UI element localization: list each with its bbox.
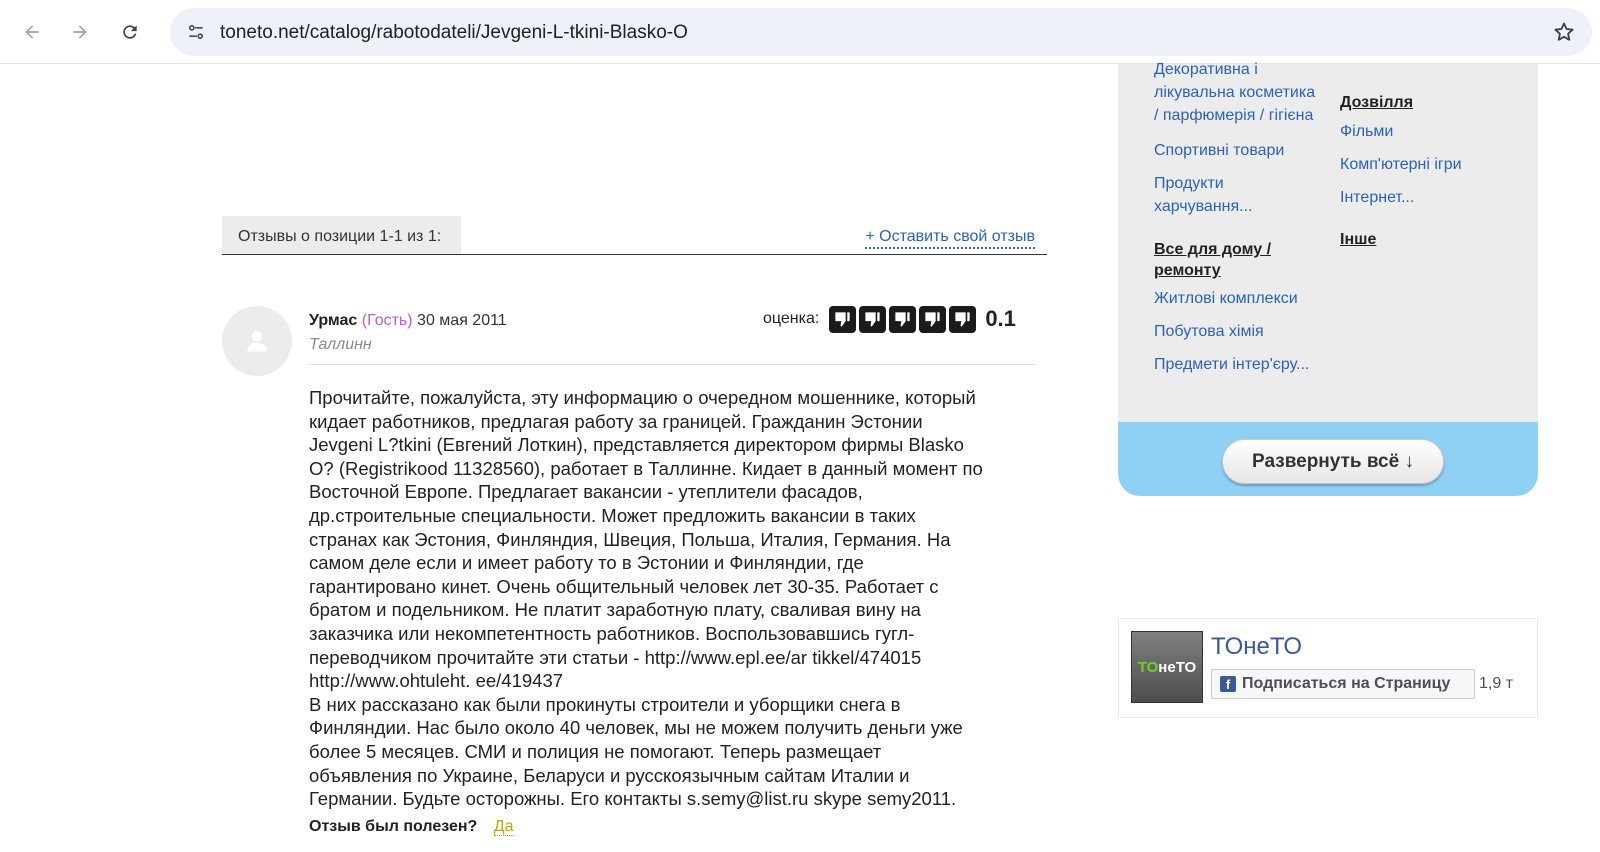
- facebook-subscribe-button[interactable]: f Подписаться на Страницу: [1211, 669, 1475, 699]
- rating-value: 0.1: [985, 306, 1016, 331]
- category-link-cosmetics[interactable]: Декоративна і лікувальна косметика / пар…: [1154, 58, 1315, 127]
- category-link-line: Декоративна і: [1154, 61, 1258, 78]
- address-bar[interactable]: toneto.net/catalog/rabotodateli/Jevgeni-…: [170, 8, 1592, 56]
- category-heading-home[interactable]: Все для дому / ремонту: [1154, 239, 1271, 281]
- follower-count: 1,9 т: [1479, 675, 1514, 692]
- guest-badge: (Гость): [361, 312, 413, 329]
- review-text: Прочитайте, пожалуйста, эту информацию о…: [309, 386, 1027, 811]
- review-text-line: Прочитайте, пожалуйста, эту информацию о…: [309, 387, 976, 408]
- thumbs-down-icon: [949, 305, 977, 333]
- category-link-line: Продукти: [1154, 175, 1224, 192]
- back-button[interactable]: [14, 14, 50, 50]
- review-text-line: В них рассказано как были прокинуты стро…: [309, 693, 901, 715]
- thumbs-down-icon: [889, 305, 917, 333]
- category-link-interior[interactable]: Предмети інтер'єру...: [1154, 353, 1309, 376]
- facebook-icon: f: [1220, 676, 1236, 692]
- category-heading-line: ремонту: [1154, 262, 1221, 279]
- review-helpful: Отзыв был полезен? Да: [309, 818, 514, 836]
- review-author-line: Урмас (Гость) 30 мая 2011: [309, 312, 507, 330]
- user-icon: [247, 331, 267, 352]
- category-link-sports[interactable]: Спортивні товари: [1154, 139, 1284, 162]
- category-link-housing[interactable]: Житлові комплекси: [1154, 287, 1298, 310]
- logo-text-white: неТО: [1158, 658, 1197, 676]
- category-link-line: / парфюмерія / гігієна: [1154, 107, 1314, 124]
- review-divider: [309, 364, 1036, 365]
- category-link-food[interactable]: Продукти харчування...: [1154, 172, 1253, 218]
- category-heading-other[interactable]: Інше: [1340, 229, 1376, 250]
- helpful-yes-link[interactable]: Да: [493, 818, 514, 836]
- review-text-line: др.строительные специальности. Может пре…: [309, 504, 916, 526]
- bookmark-star-icon[interactable]: [1550, 18, 1578, 46]
- review-text-line: кидает работников, предлагая работу за г…: [309, 410, 923, 432]
- category-link-films[interactable]: Фільми: [1340, 120, 1393, 143]
- review-text-line: O? (Registrikood 11328560), работает в Т…: [309, 457, 983, 479]
- reviews-count-label: Отзывы о позиции 1-1 из 1:: [222, 216, 461, 254]
- review-text-line: http://www.ohtuleht. ee/419437: [309, 670, 564, 692]
- review-date: 30 мая 2011: [417, 312, 507, 329]
- review-text-line: странах как Эстония, Финляндия, Швеция, …: [309, 528, 951, 550]
- site-settings-icon[interactable]: [180, 16, 212, 48]
- avatar: [222, 306, 292, 376]
- review-text-line: самом деле если и имеет работу то в Эсто…: [309, 552, 864, 574]
- arrow-right-icon: [73, 25, 87, 39]
- forward-button[interactable]: [62, 14, 98, 50]
- review-text-line: Финляндии. Нас было около 40 человек, мы…: [309, 717, 963, 739]
- category-heading-leisure[interactable]: Дозвілля: [1340, 92, 1413, 113]
- category-link-line: харчування...: [1154, 198, 1253, 215]
- reload-button[interactable]: [112, 14, 148, 50]
- logo-text-green: ТО: [1137, 658, 1159, 676]
- review-text-line: заказчика или некомпетентность работнико…: [309, 622, 915, 644]
- reload-icon: [123, 25, 137, 39]
- leave-review-link[interactable]: + Оставить свой отзыв: [865, 228, 1035, 249]
- rating-label: оценка:: [763, 310, 820, 327]
- review-rating: оценка: 0.1: [763, 304, 1016, 334]
- arrow-left-icon: [25, 25, 39, 39]
- categories-panel: Декоративна і лікувальна косметика / пар…: [1118, 61, 1538, 422]
- thumbs-down-icon: [859, 305, 887, 333]
- category-heading-line: Все для дому /: [1154, 241, 1272, 258]
- thumbs-down-icon: [829, 305, 857, 333]
- review-text-line: Германии. Будьте осторожны. Его контакты…: [309, 788, 957, 810]
- review-city: Таллинн: [309, 336, 372, 353]
- review-text-line: объявления по Украине, Беларуси и русско…: [309, 764, 910, 786]
- thumbs-down-icon: [919, 305, 947, 333]
- facebook-page-name[interactable]: ТОнеТО: [1211, 633, 1302, 661]
- expand-all-button[interactable]: Развернуть всё ↓: [1222, 439, 1444, 484]
- browser-toolbar: toneto.net/catalog/rabotodateli/Jevgeni-…: [0, 0, 1600, 64]
- review-text-line: более 5 месяцев. СМИ и полиция не помога…: [309, 740, 882, 762]
- category-link-line: лікувальна косметика: [1154, 84, 1316, 101]
- review-text-line: переводчиком прочитайте эти статьи - htt…: [309, 646, 922, 668]
- review-text-line: Восточной Европе. Предлагает вакансии - …: [309, 481, 863, 503]
- category-link-games[interactable]: Комп'ютерні ігри: [1340, 153, 1462, 176]
- subscribe-label: Подписаться на Страницу: [1242, 675, 1451, 692]
- page-logo[interactable]: ТО неТО: [1131, 631, 1203, 703]
- review-author: Урмас: [309, 312, 358, 329]
- facebook-page-widget: ТО неТО ТОнеТО f Подписаться на Страницу …: [1118, 618, 1538, 718]
- review-text-line: Jevgeni L?tkini (Евгений Лоткин), предст…: [309, 434, 964, 456]
- reviews-header: Отзывы о позиции 1-1 из 1: + Оставить св…: [222, 216, 1047, 255]
- expand-band: Развернуть всё ↓: [1118, 422, 1538, 496]
- helpful-question: Отзыв был полезен?: [309, 818, 478, 835]
- review-text-line: гарантировано кинет. Очень общительный ч…: [309, 575, 939, 597]
- category-link-internet[interactable]: Інтернет...: [1340, 186, 1414, 209]
- review-text-line: братом и подельником. Не платит заработн…: [309, 599, 921, 621]
- category-link-chemicals[interactable]: Побутова хімія: [1154, 320, 1264, 343]
- url-text[interactable]: toneto.net/catalog/rabotodateli/Jevgeni-…: [220, 22, 688, 44]
